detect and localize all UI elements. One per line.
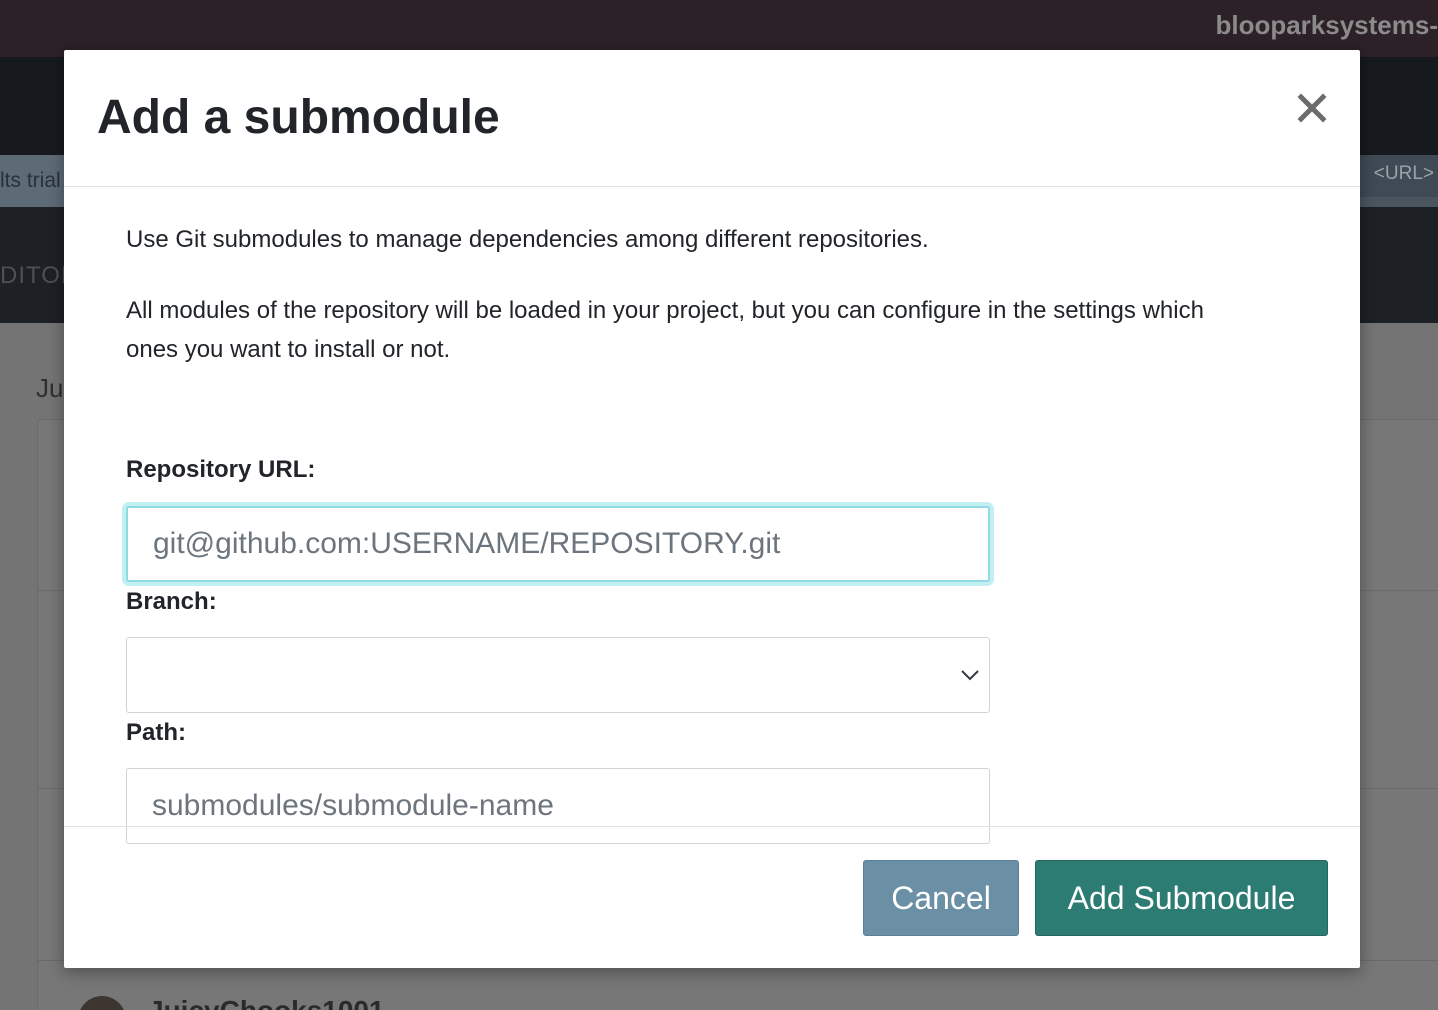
banner-text: lts trial	[0, 155, 66, 207]
modal-title: Add a submodule	[97, 91, 500, 144]
banner-url-chip: <URL>	[1354, 155, 1438, 197]
path-label: Path:	[126, 719, 186, 746]
top-bar: blooparksystems-	[0, 0, 1438, 57]
repository-url-input[interactable]	[126, 506, 990, 582]
modal-header: Add a submodule	[64, 50, 1360, 187]
username: JuicyChooks1001	[148, 995, 385, 1010]
branch-select[interactable]	[126, 637, 990, 713]
close-button[interactable]	[1294, 88, 1330, 128]
chevron-down-icon	[961, 670, 979, 681]
modal-footer: Cancel Add Submodule	[64, 826, 1360, 969]
description-text: Use Git submodules to manage dependencie…	[126, 226, 929, 253]
brand-name: blooparksystems-	[1215, 10, 1438, 40]
close-icon	[1297, 93, 1327, 123]
content-heading: Ju	[36, 373, 64, 403]
add-submodule-button[interactable]: Add Submodule	[1035, 860, 1328, 936]
cancel-button[interactable]: Cancel	[863, 860, 1019, 936]
add-submodule-dialog: Add a submodule Use Git submodules to ma…	[64, 50, 1360, 968]
branch-label: Branch:	[126, 588, 217, 615]
description-text: All modules of the repository will be lo…	[126, 297, 1204, 363]
repository-url-label: Repository URL:	[126, 456, 316, 483]
